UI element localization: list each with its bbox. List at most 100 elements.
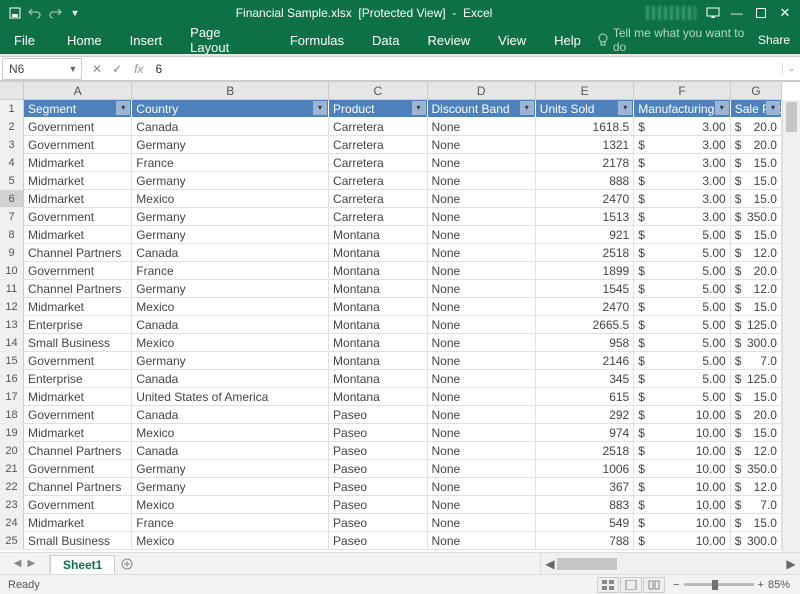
cell[interactable]: None [428,442,536,460]
row-header-13[interactable]: 13 [0,316,24,334]
cell[interactable]: Germany [132,352,329,370]
cell[interactable]: 615 [536,388,634,406]
cell[interactable]: 1006 [536,460,634,478]
cell[interactable]: $10.00 [634,478,730,496]
cell[interactable]: Midmarket [24,388,132,406]
cell[interactable]: 1513 [536,208,634,226]
tab-insert[interactable]: Insert [116,33,177,48]
cell[interactable]: Midmarket [24,190,132,208]
cell[interactable]: $3.00 [634,118,730,136]
cell[interactable]: United States of America [132,388,329,406]
cell[interactable]: $125.0 [731,316,782,334]
cell[interactable]: 1618.5 [536,118,634,136]
cell[interactable]: 888 [536,172,634,190]
cell[interactable]: $15.0 [731,424,782,442]
cell[interactable]: None [428,190,536,208]
cell[interactable]: 1545 [536,280,634,298]
cell[interactable]: Canada [132,442,329,460]
cell[interactable]: None [428,262,536,280]
cell[interactable]: $125.0 [731,370,782,388]
cell[interactable]: Government [24,496,132,514]
cell[interactable]: None [428,406,536,424]
cell[interactable]: $20.0 [731,406,782,424]
zoom-slider[interactable] [684,583,754,586]
col-header-a[interactable]: A [24,82,132,100]
close-icon[interactable]: ✕ [778,6,792,20]
cell[interactable]: $10.00 [634,532,730,550]
cell[interactable]: $350.0 [731,208,782,226]
zoom-controls[interactable]: − + 85% [673,579,790,591]
cell[interactable]: Carretera [329,190,427,208]
cell[interactable]: Canada [132,406,329,424]
tab-review[interactable]: Review [414,33,485,48]
cell[interactable]: $5.00 [634,316,730,334]
cell[interactable]: $7.0 [731,496,782,514]
cell[interactable]: Government [24,460,132,478]
cell[interactable]: 2178 [536,154,634,172]
cell[interactable]: Carretera [329,136,427,154]
cell[interactable]: None [428,118,536,136]
cell[interactable]: $300.0 [731,532,782,550]
cell[interactable]: 1321 [536,136,634,154]
cell[interactable]: 292 [536,406,634,424]
cell[interactable]: Paseo [329,406,427,424]
cell[interactable]: 2518 [536,442,634,460]
cell[interactable]: Montana [329,370,427,388]
cell[interactable]: $5.00 [634,370,730,388]
filter-icon[interactable]: ▾ [116,101,130,115]
cell[interactable]: $3.00 [634,154,730,172]
cell[interactable]: Carretera [329,208,427,226]
cell[interactable]: Mexico [132,424,329,442]
row-header-14[interactable]: 14 [0,334,24,352]
cell[interactable]: 345 [536,370,634,388]
normal-view-icon[interactable] [597,577,619,593]
row-header-8[interactable]: 8 [0,226,24,244]
vertical-scrollbar[interactable] [782,100,800,552]
select-all-corner[interactable] [0,82,24,100]
cell[interactable]: $5.00 [634,388,730,406]
cell[interactable]: None [428,496,536,514]
cell[interactable]: None [428,208,536,226]
table-header[interactable]: Product▾ [329,100,427,118]
row-header-17[interactable]: 17 [0,388,24,406]
account-area[interactable] [646,6,696,20]
row-header-18[interactable]: 18 [0,406,24,424]
cell[interactable]: $12.0 [731,442,782,460]
cell[interactable]: Carretera [329,172,427,190]
table-header[interactable]: Sale Price▾ [731,100,782,118]
cell[interactable]: 958 [536,334,634,352]
sheet-tab-sheet1[interactable]: Sheet1 [50,555,115,574]
cell[interactable]: Mexico [132,298,329,316]
row-header-15[interactable]: 15 [0,352,24,370]
tab-file[interactable]: File [4,33,53,48]
filter-icon[interactable]: ▾ [520,101,534,115]
fx-icon[interactable]: fx [134,62,143,76]
cell[interactable]: 788 [536,532,634,550]
table-header[interactable]: Discount Band▾ [428,100,536,118]
name-box-dropdown-icon[interactable]: ▼ [65,64,81,74]
tell-me[interactable]: Tell me what you want to do [597,26,758,54]
undo-icon[interactable] [28,6,42,20]
tab-home[interactable]: Home [53,33,116,48]
cell[interactable]: None [428,460,536,478]
cell[interactable]: None [428,280,536,298]
row-header-23[interactable]: 23 [0,496,24,514]
cell[interactable]: $20.0 [731,262,782,280]
cell[interactable]: Paseo [329,460,427,478]
cell[interactable]: Midmarket [24,298,132,316]
cancel-icon[interactable]: ✕ [92,62,102,76]
page-break-view-icon[interactable] [643,577,665,593]
cell[interactable]: $20.0 [731,118,782,136]
cell[interactable]: 921 [536,226,634,244]
cell[interactable]: Mexico [132,190,329,208]
cell[interactable]: $15.0 [731,298,782,316]
horizontal-scrollbar[interactable]: ◀ ▶ [540,553,800,574]
tab-data[interactable]: Data [358,33,413,48]
col-header-b[interactable]: B [132,82,329,100]
cell[interactable]: 1899 [536,262,634,280]
cell[interactable]: Paseo [329,478,427,496]
cell[interactable]: None [428,244,536,262]
cell[interactable]: Mexico [132,496,329,514]
cell[interactable]: $15.0 [731,514,782,532]
cell[interactable]: Government [24,208,132,226]
